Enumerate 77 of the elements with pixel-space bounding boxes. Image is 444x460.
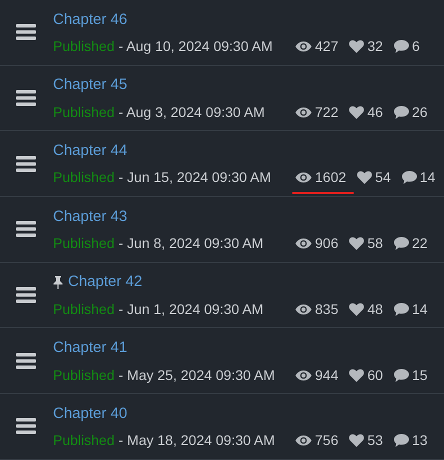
chapter-title-link[interactable]: Chapter 43 [53,206,128,228]
comment-icon [394,237,409,250]
view-count: 1602 [315,168,346,188]
comment-count: 13 [412,431,428,450]
heart-icon [349,302,364,316]
chapter-title-link[interactable]: Chapter 46 [53,8,128,32]
publish-date: - Jun 8, 2024 09:30 AM [118,234,264,254]
drag-handle-icon[interactable] [16,221,36,238]
publish-date: - May 25, 2024 09:30 AM [118,366,275,385]
drag-handle-icon[interactable] [16,90,36,106]
heart-icon [349,434,364,448]
like-count: 53 [367,431,383,450]
comment-icon [394,40,409,54]
status-label: Published [53,431,114,450]
view-count: 427 [315,37,338,56]
status-label: Published [53,37,114,56]
status-label: Published [53,234,114,254]
drag-handle-icon[interactable] [16,287,36,304]
view-count: 722 [315,102,338,122]
comment-count: 22 [412,234,428,254]
drag-handle-icon[interactable] [16,24,36,40]
comment-icon [394,302,409,316]
publish-date: - Jun 15, 2024 09:30 AM [118,168,272,188]
drag-handle-icon[interactable] [16,156,36,172]
chapter-title-link[interactable]: Chapter 41 [53,337,128,360]
like-count: 46 [367,102,383,122]
chapter-row[interactable]: Chapter 46 Published - Aug 10, 2024 09:30 AM 427 32 6 [0,0,444,66]
comment-count: 6 [412,37,420,56]
view-count: 944 [315,366,338,385]
publish-date: - Aug 10, 2024 09:30 AM [118,37,273,56]
chapter-title-link[interactable]: Chapter 40 [53,402,128,426]
status-label: Published [53,102,114,122]
like-count: 32 [367,37,383,56]
heart-icon [349,368,364,382]
publish-date: - Aug 3, 2024 09:30 AM [118,102,265,122]
drag-handle-icon[interactable] [16,418,36,434]
publish-date: - Jun 1, 2024 09:30 AM [118,300,264,319]
chapter-row[interactable]: Chapter 43 Published - Jun 8, 2024 09:30 AM 906 58 22 [0,197,444,263]
like-count: 58 [367,234,383,254]
chapter-row[interactable]: Chapter 44 Published - Jun 15, 2024 09:30 AM 1602 54 14 [0,131,444,198]
comment-count: 26 [412,102,428,122]
comment-count: 14 [412,300,428,319]
eye-icon [295,106,312,118]
chapter-title-link[interactable]: Chapter 45 [53,74,128,97]
comment-count: 15 [412,366,428,385]
comment-icon [394,434,409,448]
comment-icon [394,106,409,119]
chapter-title-link[interactable]: Chapter 44 [53,140,128,162]
chapter-row[interactable]: Chapter 45 Published - Aug 3, 2024 09:30 AM 722 46 26 [0,66,444,132]
eye-icon [295,370,312,381]
status-label: Published [53,168,114,188]
status-label: Published [53,366,114,385]
eye-icon [295,172,312,184]
heart-icon [349,237,364,250]
eye-icon [295,304,312,315]
view-count: 835 [315,300,338,319]
chapter-row[interactable]: Chapter 41 Published - May 25, 2024 09:30 AM 944 60 15 [0,328,444,394]
chapter-title-link[interactable]: Chapter 42 [68,271,142,294]
view-count: 906 [315,234,338,254]
chapter-row[interactable]: Chapter 40 Published - May 18, 2024 09:30 AM 756 53 13 [0,394,444,460]
comment-icon [402,171,417,184]
view-count: 756 [315,431,338,450]
comment-icon [394,368,409,382]
eye-icon [295,238,312,250]
like-count: 54 [375,168,391,188]
comment-count: 14 [420,168,436,188]
status-label: Published [53,300,114,319]
heart-icon [349,106,364,119]
eye-icon [295,435,312,446]
drag-handle-icon[interactable] [16,352,36,369]
like-count: 48 [367,300,383,319]
publish-date: - May 18, 2024 09:30 AM [118,431,275,450]
eye-icon [295,41,312,52]
like-count: 60 [367,366,383,385]
heart-icon [357,171,372,184]
heart-icon [349,40,364,54]
chapter-row[interactable]: Chapter 42 Published - Jun 1, 2024 09:30 AM 835 48 14 [0,262,444,328]
